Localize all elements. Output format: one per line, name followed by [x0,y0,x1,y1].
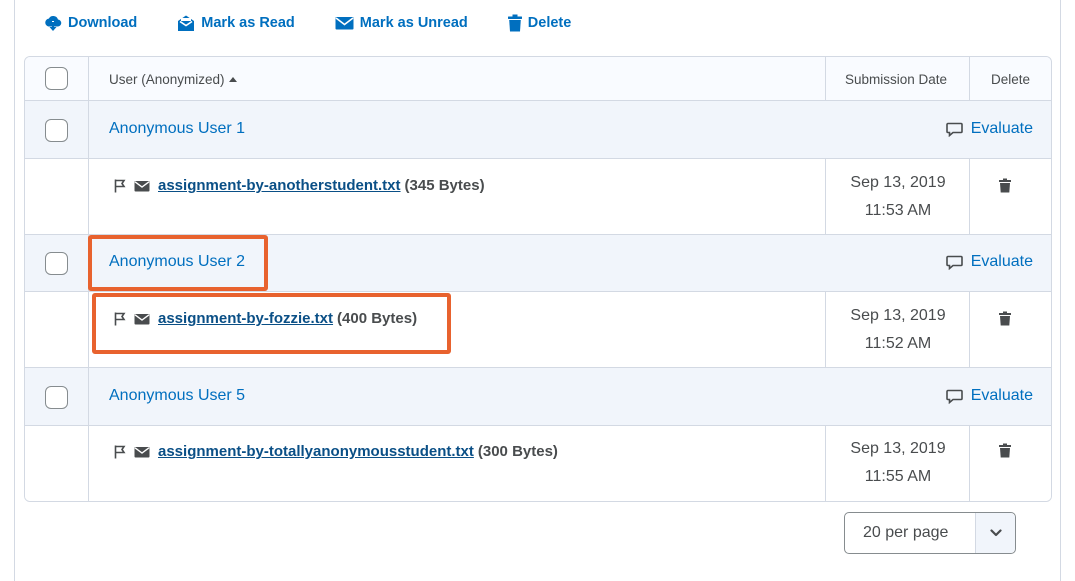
column-divider [88,368,89,425]
sort-ascending-icon [228,77,237,82]
download-button[interactable]: Download [44,14,137,32]
submission-date: Sep 13, 2019 11:52 AM [827,302,969,358]
delete-submission-button[interactable] [999,178,1011,198]
user-checkbox[interactable] [45,119,68,142]
user-link[interactable]: Anonymous User 5 [109,387,245,405]
flag-icon[interactable] [114,312,126,326]
submission-date-label: Submission Date [845,71,948,87]
select-all-checkbox[interactable] [45,67,68,90]
user-group-row: Anonymous User 5 Evaluate [25,368,1051,426]
column-divider [969,426,970,501]
delete-submission-button[interactable] [999,443,1011,463]
column-divider [88,57,89,100]
submission-date: Sep 13, 2019 11:55 AM [827,435,969,491]
evaluate-link[interactable]: Evaluate [945,253,1033,271]
mark-as-read-label: Mark as Read [201,15,295,31]
submission-row: assignment-by-fozzie.txt (400 Bytes) Sep… [25,292,1051,368]
trash-icon [999,311,1011,326]
table-header-row: User (Anonymized) Submission Date Delete [25,57,1051,101]
comment-icon [945,255,963,270]
column-divider [88,426,89,501]
mark-as-unread-label: Mark as Unread [359,15,468,31]
user-group-row: Anonymous User 2 Evaluate [25,235,1051,292]
user-checkbox[interactable] [45,386,68,409]
submission-row: assignment-by-anotherstudent.txt (345 By… [25,159,1051,235]
trash-icon [999,178,1011,193]
toolbar: Download Mark as Read Mark as Unread Del… [44,12,611,34]
submission-file: assignment-by-anotherstudent.txt (345 By… [114,177,485,194]
download-label: Download [68,15,138,31]
comment-icon [945,122,963,137]
submission-date-day: Sep 13, 2019 [850,174,946,191]
submission-date-time: 11:53 AM [864,202,932,219]
envelope-open-icon [178,15,195,31]
mark-as-read-button[interactable]: Mark as Read [177,14,295,32]
submission-date-time: 11:52 AM [864,335,932,352]
file-size: (300 Bytes) [477,443,558,460]
delete-column-header: Delete [991,57,1030,101]
column-divider [969,292,970,367]
user-link[interactable]: Anonymous User 1 [109,120,245,138]
submission-row: assignment-by-totallyanonymousstudent.tx… [25,426,1051,501]
comment-icon [945,389,963,404]
column-divider [825,292,826,367]
column-divider [88,101,89,158]
column-divider [88,235,89,291]
delete-column-label: Delete [991,71,1031,87]
file-size: (400 Bytes) [337,310,418,327]
submission-date-time: 11:55 AM [864,468,932,485]
submission-date-day: Sep 13, 2019 [850,307,946,324]
submission-file: assignment-by-totallyanonymousstudent.tx… [114,443,558,460]
file-link[interactable]: assignment-by-anotherstudent.txt [158,177,401,194]
trash-icon [507,14,522,32]
user-column-header[interactable]: User (Anonymized) [109,57,238,101]
file-link[interactable]: assignment-by-fozzie.txt [158,310,333,327]
envelope-icon [134,446,150,458]
page-size-dropdown-button[interactable] [975,513,1015,553]
user-column-label: User (Anonymized) [109,71,225,87]
evaluate-label: Evaluate [970,120,1033,137]
column-divider [88,159,89,234]
page-size-select[interactable]: 20 per page [844,512,1016,554]
submissions-table: User (Anonymized) Submission Date Delete… [24,56,1052,502]
user-link[interactable]: Anonymous User 2 [109,253,245,271]
user-group-row: Anonymous User 1 Evaluate [25,101,1051,159]
trash-icon [999,443,1011,458]
column-divider [825,159,826,234]
delete-button[interactable]: Delete [507,14,572,32]
flag-icon[interactable] [114,179,126,193]
submission-date: Sep 13, 2019 11:53 AM [827,169,969,225]
column-divider [969,57,970,100]
user-checkbox[interactable] [45,252,68,275]
column-divider [825,426,826,501]
evaluate-label: Evaluate [970,387,1033,404]
evaluate-link[interactable]: Evaluate [945,120,1033,138]
evaluate-link[interactable]: Evaluate [945,387,1033,405]
file-link[interactable]: assignment-by-totallyanonymousstudent.tx… [158,443,474,460]
column-divider [825,57,826,100]
envelope-icon [134,313,150,325]
delete-label: Delete [527,15,572,31]
mark-as-unread-button[interactable]: Mark as Unread [335,15,468,31]
submission-date-day: Sep 13, 2019 [850,440,946,457]
envelope-icon [134,180,150,192]
evaluate-label: Evaluate [970,253,1033,270]
submission-file: assignment-by-fozzie.txt (400 Bytes) [114,310,417,327]
cloud-download-icon [45,15,62,31]
column-divider [969,159,970,234]
column-divider [88,292,89,367]
page-size-value: 20 per page [863,524,949,541]
file-size: (345 Bytes) [404,177,485,194]
chevron-down-icon [989,529,1002,537]
envelope-icon [335,17,354,30]
submission-date-column-header: Submission Date [845,57,947,101]
flag-icon[interactable] [114,445,126,459]
delete-submission-button[interactable] [999,311,1011,331]
